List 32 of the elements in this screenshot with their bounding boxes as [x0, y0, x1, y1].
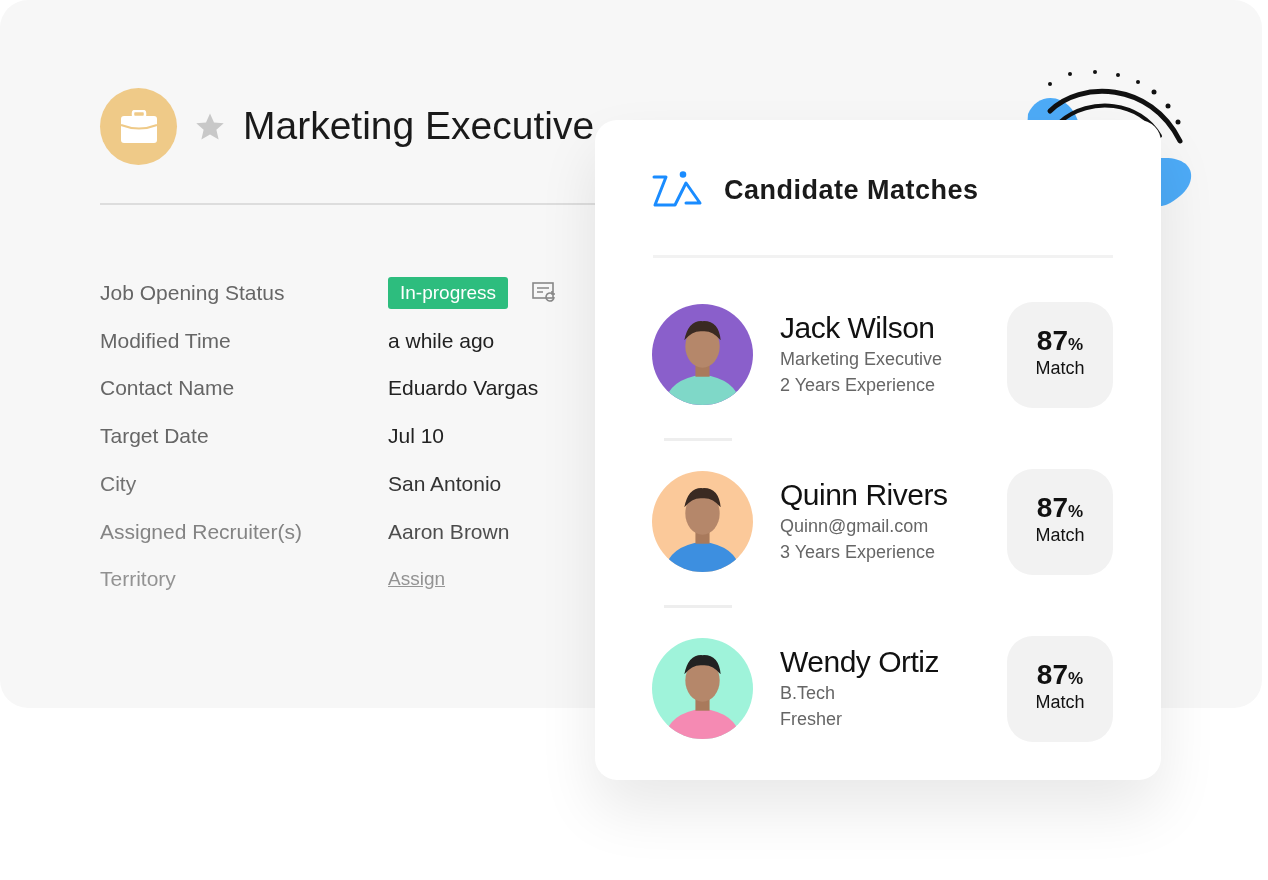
- field-label: Job Opening Status: [100, 280, 286, 307]
- field-label: Modified Time: [100, 327, 232, 354]
- candidate-detail: 3 Years Experience: [780, 540, 937, 564]
- status-badge: In-progress: [388, 276, 509, 310]
- field-label: Assigned Recruiter(s): [100, 518, 303, 545]
- match-score: 87%: [1036, 494, 1084, 522]
- match-score: 87%: [1036, 327, 1084, 355]
- candidate-name[interactable]: Quinn Rivers: [780, 478, 1007, 513]
- field-value: San Antonio: [388, 470, 502, 497]
- candidate-detail: Fresher: [780, 707, 843, 731]
- field-value: Aaron Brown: [388, 518, 510, 545]
- field-label: Contact Name: [100, 375, 236, 402]
- logo-icon: [652, 171, 704, 210]
- field-label: Target Date: [100, 423, 210, 450]
- field-value: Jul 10: [388, 423, 445, 450]
- match-label: Match: [1035, 524, 1085, 547]
- job-title: Marketing Executive: [243, 103, 595, 150]
- match-score: 87%: [1036, 661, 1084, 689]
- candidate-detail: 2 Years Experience: [780, 373, 937, 397]
- candidate-detail: B.Tech: [780, 681, 837, 705]
- field-label: Territory: [100, 566, 177, 593]
- candidate-name[interactable]: Wendy Ortiz: [780, 645, 1007, 680]
- star-icon[interactable]: [195, 112, 225, 141]
- candidate-detail: Marketing Executive: [780, 347, 944, 371]
- card-title: Candidate Matches: [724, 174, 979, 207]
- field-value: a while ago: [388, 327, 495, 354]
- candidate-detail: Quinn@gmail.com: [780, 514, 930, 538]
- field-label: City: [100, 470, 138, 497]
- field-value: Eduardo Vargas: [388, 375, 539, 402]
- match-label: Match: [1035, 691, 1085, 714]
- candidate-name[interactable]: Jack Wilson: [780, 311, 1007, 346]
- match-label: Match: [1035, 357, 1085, 380]
